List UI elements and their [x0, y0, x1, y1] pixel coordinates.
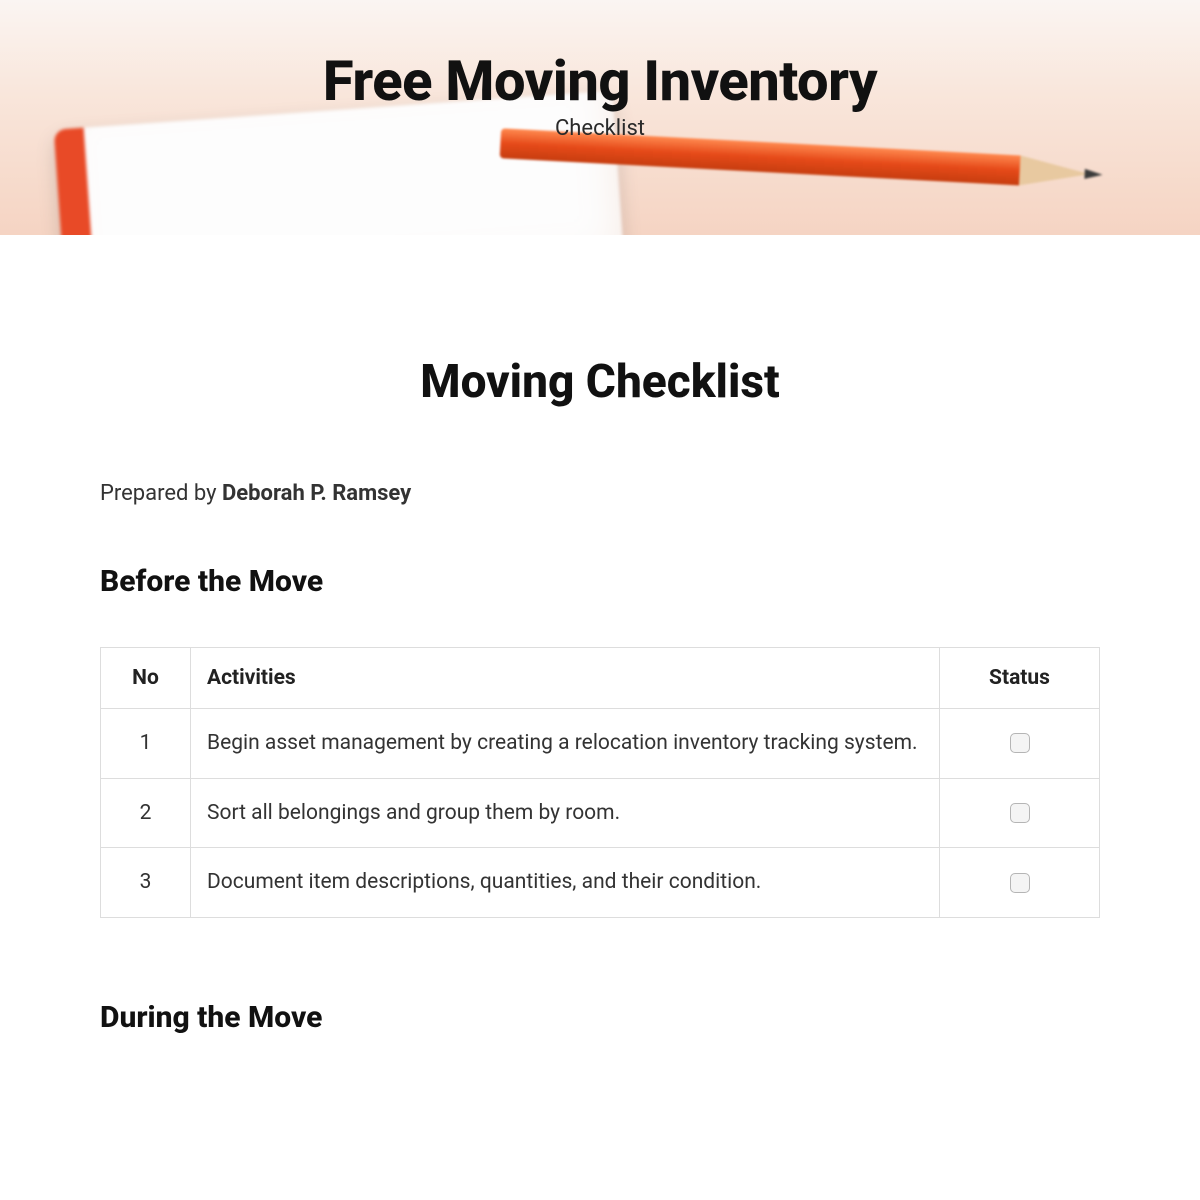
cell-activity: Begin asset management by creating a rel… — [191, 709, 940, 779]
cell-no: 2 — [101, 778, 191, 848]
column-header-activities: Activities — [191, 648, 940, 709]
table-row: 1 Begin asset management by creating a r… — [101, 709, 1100, 779]
prepared-by-label: Prepared by — [100, 481, 222, 506]
column-header-no: No — [101, 648, 191, 709]
section-heading-before: Before the Move — [100, 564, 1100, 599]
prepared-by-name: Deborah P. Ramsey — [222, 481, 411, 506]
cell-activity: Sort all belongings and group them by ro… — [191, 778, 940, 848]
table-row: 2 Sort all belongings and group them by … — [101, 778, 1100, 848]
column-header-status: Status — [940, 648, 1100, 709]
hero-banner: Free Moving Inventory Checklist — [0, 0, 1200, 235]
before-move-table: No Activities Status 1 Begin asset manag… — [100, 647, 1100, 918]
hero-title: Free Moving Inventory — [0, 48, 1200, 114]
checkbox-icon[interactable] — [1010, 873, 1030, 893]
checkbox-icon[interactable] — [1010, 733, 1030, 753]
hero-subtitle: Checklist — [0, 116, 1200, 141]
checkbox-icon[interactable] — [1010, 803, 1030, 823]
table-row: 3 Document item descriptions, quantities… — [101, 848, 1100, 918]
cell-no: 1 — [101, 709, 191, 779]
cell-activity: Document item descriptions, quantities, … — [191, 848, 940, 918]
cell-status — [940, 848, 1100, 918]
table-header-row: No Activities Status — [101, 648, 1100, 709]
section-heading-during: During the Move — [100, 1000, 1100, 1035]
cell-status — [940, 778, 1100, 848]
document-title: Moving Checklist — [100, 355, 1100, 409]
cell-status — [940, 709, 1100, 779]
cell-no: 3 — [101, 848, 191, 918]
prepared-by-line: Prepared by Deborah P. Ramsey — [100, 481, 1100, 506]
